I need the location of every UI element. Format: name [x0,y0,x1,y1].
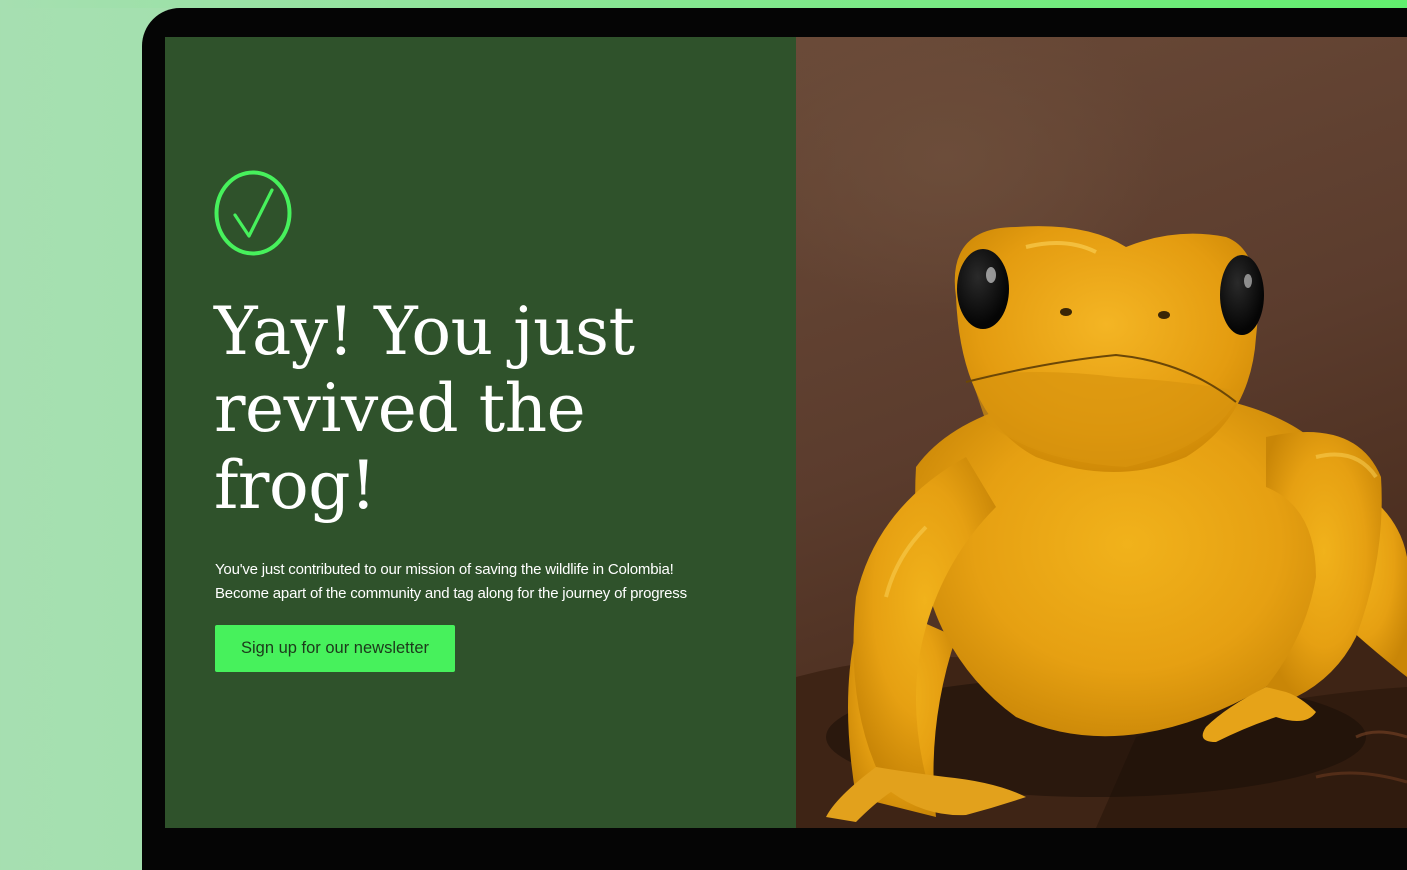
newsletter-signup-button[interactable]: Sign up for our newsletter [215,625,455,672]
page-title: Yay! You just revived the frog! [214,293,635,524]
check-circle-icon [214,170,292,256]
device-screen: Yay! You just revived the frog! You've j… [165,37,1407,828]
top-accent-strip [0,0,1407,8]
description-line-2: Become apart of the community and tag al… [215,585,687,602]
description: You've just contributed to our mission o… [215,558,775,606]
description-line-1: You've just contributed to our mission o… [215,561,674,578]
frog-illustration [796,226,1407,828]
confirmation-panel: Yay! You just revived the frog! You've j… [165,37,796,828]
frog-photo [796,37,1407,828]
